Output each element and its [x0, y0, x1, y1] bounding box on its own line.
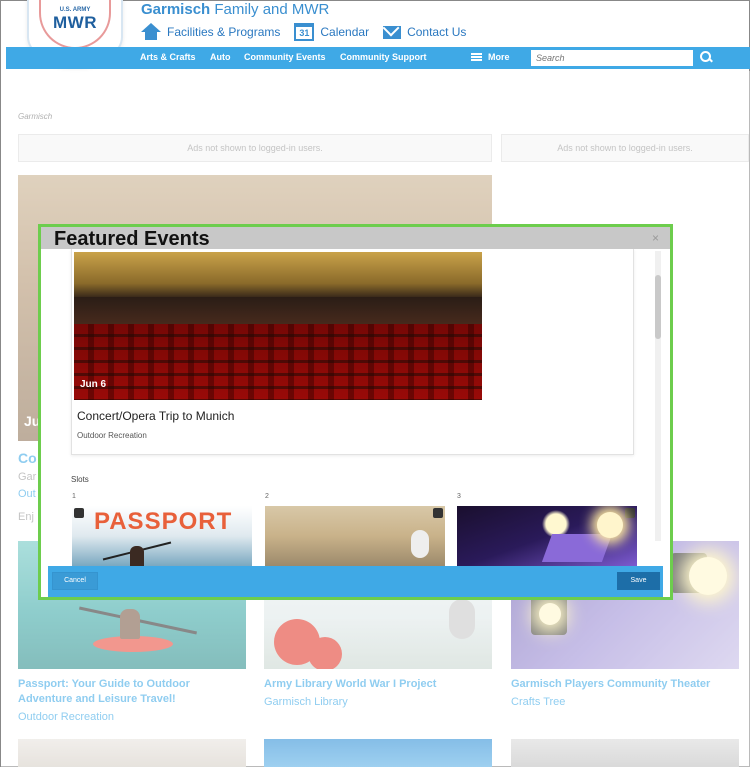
- slot-badge-icon[interactable]: [625, 508, 635, 518]
- theater-ceiling: [74, 252, 482, 297]
- featured-event-card[interactable]: Jun 6 Concert/Opera Trip to Munich Outdo…: [71, 249, 634, 455]
- calendar-label: Calendar: [320, 25, 370, 39]
- menu-icon: [471, 53, 482, 61]
- modal-body: Jun 6 Concert/Opera Trip to Munich Outdo…: [48, 249, 663, 566]
- search-input[interactable]: [531, 50, 693, 66]
- slot-1-image[interactable]: PASSPORT: [72, 506, 252, 566]
- nav-more-label: More: [488, 52, 510, 62]
- facilities-label: Facilities & Programs: [167, 25, 281, 39]
- cancel-button[interactable]: Cancel: [52, 572, 98, 590]
- passport-wordmark: PASSPORT: [94, 508, 233, 535]
- slot-3-image[interactable]: [457, 506, 637, 566]
- slot-badge-icon[interactable]: [74, 508, 84, 518]
- nav-community-events[interactable]: Community Events: [244, 52, 326, 62]
- site-title[interactable]: Garmisch Family and MWR: [141, 1, 329, 18]
- calendar-icon: 31: [294, 23, 315, 41]
- nav-more-button[interactable]: More: [471, 52, 510, 62]
- scrollbar-thumb[interactable]: [655, 275, 661, 339]
- microphone-shape: [411, 530, 429, 558]
- facilities-link[interactable]: Facilities & Programs: [141, 23, 280, 41]
- event-category: Outdoor Recreation: [77, 431, 147, 440]
- mail-icon: [383, 25, 402, 39]
- spotlight-glow: [597, 512, 623, 538]
- slot-badge-icon[interactable]: [433, 508, 443, 518]
- nav-auto[interactable]: Auto: [210, 52, 231, 62]
- top-links: Facilities & Programs 31 Calendar Contac…: [141, 21, 480, 43]
- kayaker-shape: [130, 546, 144, 566]
- theater-stage: [74, 297, 482, 327]
- light-beam: [541, 534, 613, 562]
- close-icon[interactable]: ×: [652, 232, 659, 244]
- main-nav: Arts & Crafts Auto Community Events Comm…: [6, 47, 750, 69]
- event-title[interactable]: Concert/Opera Trip to Munich: [77, 409, 234, 423]
- site-suffix: Family and MWR: [214, 1, 330, 18]
- nav-community-support[interactable]: Community Support: [340, 52, 427, 62]
- modal-title: Featured Events: [54, 228, 210, 250]
- featured-events-modal: Featured Events × Jun 6 Concert/Opera Tr…: [38, 224, 673, 600]
- modal-scrollbar[interactable]: [655, 251, 661, 541]
- calendar-link[interactable]: 31 Calendar: [294, 23, 369, 41]
- seat-rows: [74, 324, 482, 400]
- modal-header: Featured Events ×: [41, 227, 670, 250]
- nav-arts-crafts[interactable]: Arts & Crafts: [140, 52, 196, 62]
- slot-number-3: 3: [457, 493, 461, 500]
- contact-link[interactable]: Contact Us: [383, 25, 466, 39]
- home-icon: [141, 23, 161, 41]
- slots-label: Slots: [71, 475, 89, 484]
- slot-number-2: 2: [265, 493, 269, 500]
- slot-number-1: 1: [72, 493, 76, 500]
- search-icon[interactable]: [700, 51, 714, 65]
- contact-label: Contact Us: [407, 25, 467, 39]
- site-name: Garmisch: [141, 1, 211, 18]
- slot-2-image[interactable]: [265, 506, 445, 566]
- save-button[interactable]: Save: [617, 572, 660, 590]
- modal-footer: Cancel Save: [48, 566, 663, 597]
- event-image[interactable]: Jun 6: [74, 252, 482, 400]
- logo-text: MWR: [53, 13, 97, 32]
- event-date: Jun 6: [80, 379, 107, 390]
